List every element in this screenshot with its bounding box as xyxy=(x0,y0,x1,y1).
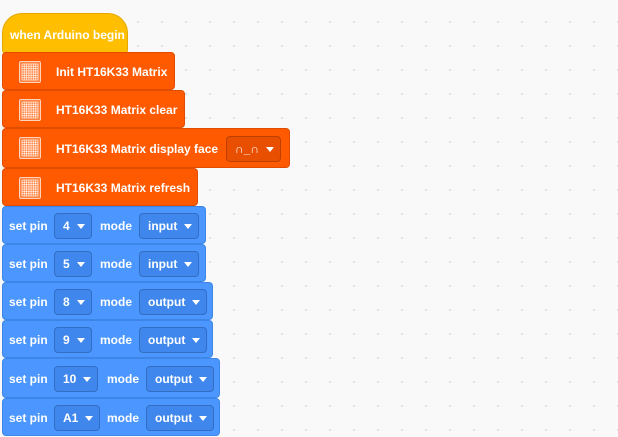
matrix-clear-label: HT16K33 Matrix clear xyxy=(56,103,178,117)
mode-dropdown-value: input xyxy=(148,219,178,233)
matrix-display-face-label: HT16K33 Matrix display face xyxy=(56,142,219,156)
mode-dropdown-value: output xyxy=(155,411,193,425)
caret-down-icon xyxy=(199,376,208,382)
caret-down-icon xyxy=(184,223,193,229)
set-pin-block[interactable]: set pin 10 mode output xyxy=(2,358,220,398)
set-pin-label: set pin xyxy=(9,411,48,425)
matrix-refresh-block[interactable]: HT16K33 Matrix refresh xyxy=(2,168,198,206)
mode-dropdown-value: output xyxy=(148,333,186,347)
mode-dropdown[interactable]: output xyxy=(146,366,215,392)
set-pin-block[interactable]: set pin 9 mode output xyxy=(2,320,213,358)
mode-dropdown-value: output xyxy=(148,295,186,309)
script-workspace[interactable]: when Arduino begin Init HT16K33 Matrix H… xyxy=(0,0,618,437)
pin-dropdown-value: 5 xyxy=(63,257,70,271)
mode-dropdown[interactable]: output xyxy=(139,289,208,315)
mode-label: mode xyxy=(100,219,133,233)
pin-dropdown[interactable]: 9 xyxy=(54,327,92,353)
pin-dropdown[interactable]: 5 xyxy=(54,251,92,277)
mode-label: mode xyxy=(107,372,140,386)
caret-down-icon xyxy=(199,415,208,421)
mode-dropdown[interactable]: output xyxy=(146,405,215,431)
mode-dropdown-value: input xyxy=(148,257,178,271)
mode-label: mode xyxy=(100,257,133,271)
hat-block-label: when Arduino begin xyxy=(10,28,125,42)
set-pin-label: set pin xyxy=(9,372,48,386)
mode-dropdown[interactable]: output xyxy=(139,327,208,353)
led-matrix-icon xyxy=(19,177,41,199)
caret-down-icon xyxy=(184,261,193,267)
led-matrix-icon xyxy=(19,61,41,83)
when-arduino-begin-block[interactable]: when Arduino begin xyxy=(2,13,128,54)
set-pin-label: set pin xyxy=(9,257,48,271)
caret-down-icon xyxy=(76,299,85,305)
set-pin-label: set pin xyxy=(9,219,48,233)
mode-label: mode xyxy=(100,333,133,347)
caret-down-icon xyxy=(85,415,94,421)
set-pin-block[interactable]: set pin 5 mode input xyxy=(2,244,206,282)
set-pin-label: set pin xyxy=(9,333,48,347)
set-pin-label: set pin xyxy=(9,295,48,309)
pin-dropdown-value: A1 xyxy=(63,411,79,425)
caret-down-icon xyxy=(192,299,201,305)
face-dropdown-value: ∩_∩ xyxy=(235,142,260,156)
matrix-refresh-label: HT16K33 Matrix refresh xyxy=(56,181,191,195)
caret-down-icon xyxy=(192,337,201,343)
led-matrix-icon xyxy=(19,99,41,121)
pin-dropdown-value: 9 xyxy=(63,333,70,347)
pin-dropdown-value: 10 xyxy=(63,372,77,386)
matrix-clear-block[interactable]: HT16K33 Matrix clear xyxy=(2,90,185,128)
led-matrix-icon xyxy=(19,137,41,159)
init-matrix-label: Init HT16K33 Matrix xyxy=(56,65,168,79)
caret-down-icon xyxy=(266,146,275,152)
init-matrix-block[interactable]: Init HT16K33 Matrix xyxy=(2,52,175,90)
set-pin-block[interactable]: set pin 4 mode input xyxy=(2,206,206,244)
pin-dropdown-value: 4 xyxy=(63,219,70,233)
pin-dropdown[interactable]: 8 xyxy=(54,289,92,315)
pin-dropdown[interactable]: A1 xyxy=(54,405,101,431)
pin-dropdown[interactable]: 10 xyxy=(54,366,99,392)
caret-down-icon xyxy=(76,337,85,343)
mode-dropdown[interactable]: input xyxy=(139,213,200,239)
mode-dropdown-value: output xyxy=(155,372,193,386)
pin-dropdown[interactable]: 4 xyxy=(54,213,92,239)
set-pin-block[interactable]: set pin A1 mode output xyxy=(2,398,220,436)
face-dropdown[interactable]: ∩_∩ xyxy=(226,136,282,162)
caret-down-icon xyxy=(76,261,85,267)
caret-down-icon xyxy=(83,376,92,382)
pin-dropdown-value: 8 xyxy=(63,295,70,309)
caret-down-icon xyxy=(76,223,85,229)
mode-dropdown[interactable]: input xyxy=(139,251,200,277)
set-pin-block[interactable]: set pin 8 mode output xyxy=(2,282,213,320)
mode-label: mode xyxy=(107,411,140,425)
mode-label: mode xyxy=(100,295,133,309)
matrix-display-face-block[interactable]: HT16K33 Matrix display face ∩_∩ xyxy=(2,128,290,168)
